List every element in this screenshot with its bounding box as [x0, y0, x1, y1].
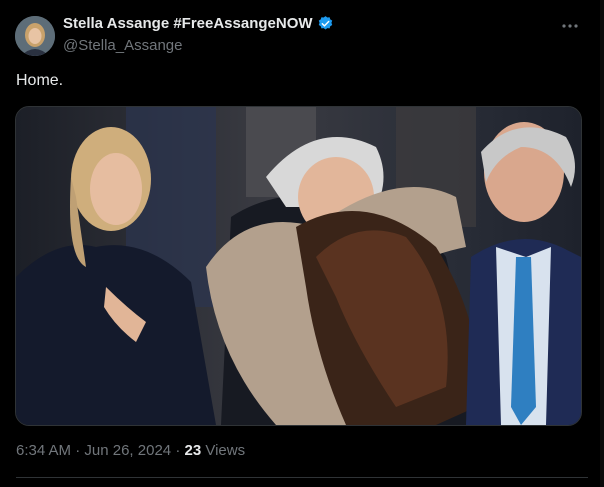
views-count: 23 [184, 442, 202, 459]
photo-content [16, 107, 581, 425]
more-icon[interactable] [560, 16, 580, 36]
tweet-photo[interactable] [15, 106, 582, 426]
tweet-meta: 6:34 AM · Jun 26, 2024 · 23 Views [16, 442, 245, 459]
divider [16, 477, 588, 478]
verified-badge-icon [318, 16, 332, 30]
tweet-date[interactable]: Jun 26, 2024 [84, 442, 171, 459]
meta-separator: · [75, 442, 81, 459]
author-display-name[interactable]: Stella Assange #FreeAssangeNOW [63, 15, 313, 32]
tweet-time[interactable]: 6:34 AM [16, 442, 71, 459]
scrollbar[interactable] [600, 0, 604, 487]
author-row: Stella Assange #FreeAssangeNOW [63, 15, 334, 32]
views-label: Views [205, 442, 246, 459]
avatar[interactable] [15, 16, 55, 56]
meta-separator: · [175, 442, 181, 459]
tweet-text: Home. [16, 72, 64, 89]
author-handle[interactable]: @Stella_Assange [63, 37, 182, 54]
avatar-image [15, 16, 55, 56]
